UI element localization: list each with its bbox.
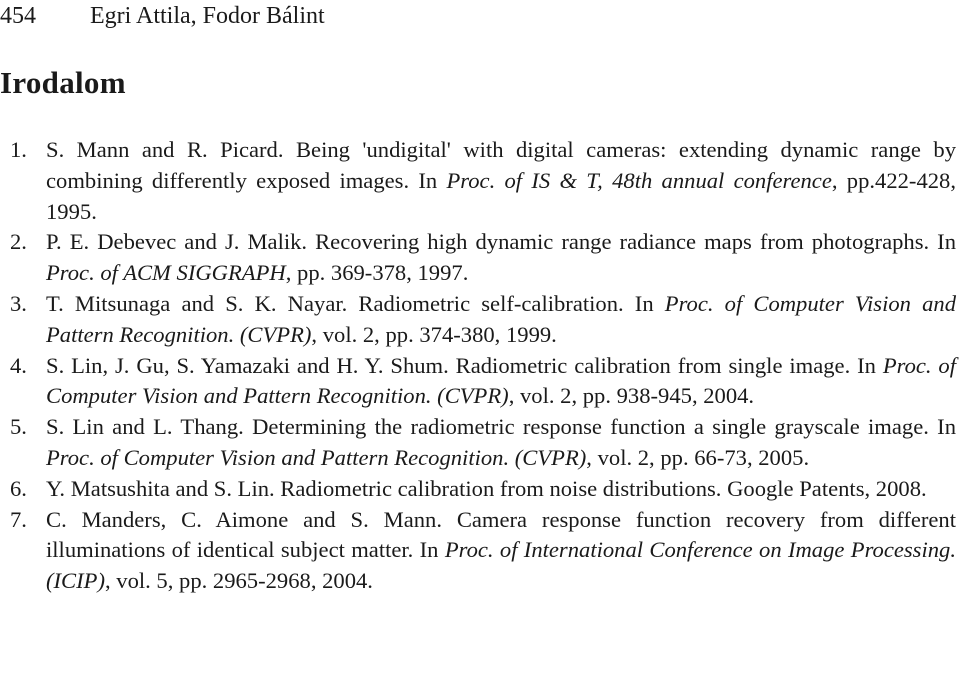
reference-item: 4. S. Lin, J. Gu, S. Yamazaki and H. Y. … xyxy=(0,351,956,413)
reference-item: 1. S. Mann and R. Picard. Being 'undigit… xyxy=(0,135,956,227)
reference-details: , vol. 2, pp. 66-73, 2005. xyxy=(586,444,810,470)
reference-details: , pp. 369-378, 1997. xyxy=(285,260,469,286)
reference-number: 6. xyxy=(10,475,27,501)
reference-item: 7. C. Manders, C. Aimone and S. Mann. Ca… xyxy=(0,505,956,597)
reference-number: 2. xyxy=(10,229,27,255)
reference-item: 5. S. Lin and L. Thang. Determining the … xyxy=(0,412,956,474)
running-head-authors: Egri Attila, Fodor Bálint xyxy=(90,3,325,29)
reference-list: 1. S. Mann and R. Picard. Being 'undigit… xyxy=(0,135,956,597)
reference-authors-title: S. Lin and L. Thang. Determining the rad… xyxy=(46,414,956,440)
reference-text: P. E. Debevec and J. Malik. Recovering h… xyxy=(46,229,956,285)
reference-number: 7. xyxy=(10,506,27,532)
reference-venue: Proc. of ACM SIGGRAPH xyxy=(46,260,286,286)
reference-venue: Proc. of IS & T, 48th annual conference xyxy=(446,167,832,193)
reference-item: 2. P. E. Debevec and J. Malik. Recoverin… xyxy=(0,227,956,289)
reference-text: Y. Matsushita and S. Lin. Radiometric ca… xyxy=(46,476,927,501)
reference-number: 3. xyxy=(10,290,27,316)
reference-details: , vol. 2, pp. 938-945, 2004. xyxy=(508,383,755,409)
reference-authors-title: Y. Matsushita and S. Lin. Radiometric ca… xyxy=(46,475,927,501)
reference-authors-title: S. Lin, J. Gu, S. Yamazaki and H. Y. Shu… xyxy=(46,352,883,378)
reference-text: S. Lin, J. Gu, S. Yamazaki and H. Y. Shu… xyxy=(46,353,956,409)
reference-authors-title: P. E. Debevec and J. Malik. Recovering h… xyxy=(46,229,956,255)
page-number: 454 xyxy=(0,3,36,29)
reference-details: , vol. 5, pp. 2965-2968, 2004. xyxy=(104,568,373,594)
reference-number: 4. xyxy=(10,352,27,378)
reference-details: , vol. 2, pp. 374-380, 1999. xyxy=(311,321,557,347)
reference-authors-title: T. Mitsunaga and S. K. Nayar. Radiometri… xyxy=(46,290,665,316)
reference-number: 5. xyxy=(10,414,27,440)
reference-number: 1. xyxy=(10,137,27,162)
reference-item: 6. Y. Matsushita and S. Lin. Radiometric… xyxy=(0,474,956,505)
reference-text: C. Manders, C. Aimone and S. Mann. Camer… xyxy=(46,507,956,594)
section-title: Irodalom xyxy=(0,65,126,100)
reference-text: S. Lin and L. Thang. Determining the rad… xyxy=(46,414,956,470)
reference-venue: Proc. of Computer Vision and Pattern Rec… xyxy=(46,444,587,470)
reference-text: S. Mann and R. Picard. Being 'undigital'… xyxy=(46,137,956,224)
reference-item: 3. T. Mitsunaga and S. K. Nayar. Radiome… xyxy=(0,289,956,351)
running-head: 454 Egri Attila, Fodor Bálint xyxy=(0,2,325,30)
reference-text: T. Mitsunaga and S. K. Nayar. Radiometri… xyxy=(46,291,956,347)
